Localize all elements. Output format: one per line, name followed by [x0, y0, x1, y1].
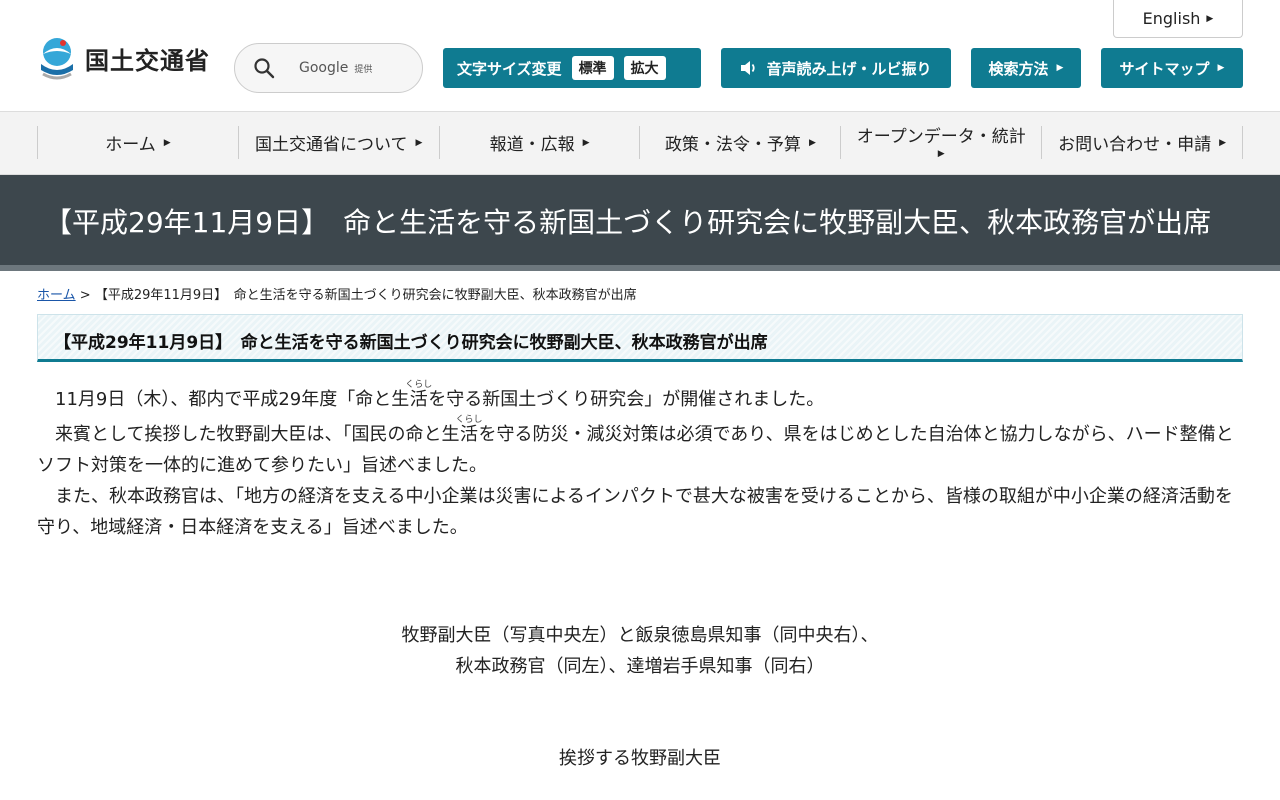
speaker-icon: [741, 61, 756, 75]
voice-ruby-button[interactable]: 音声読み上げ・ルビ振り: [721, 48, 951, 88]
search-icon: [254, 58, 275, 79]
voice-ruby-label: 音声読み上げ・ルビ振り: [766, 59, 932, 78]
triangle-right-icon: ▶: [937, 148, 945, 159]
ruby-text: 活くらし: [455, 415, 482, 445]
site-header: English ▶ 国土交通省 Google 提供 文字サイズ変更 標準 拡大 …: [0, 0, 1280, 112]
triangle-right-icon: ▶: [415, 137, 423, 148]
site-search[interactable]: Google 提供: [234, 43, 423, 93]
paragraph-1: 11月9日（木）、都内で平成29年度「命と生活くらしを守る新国土づくり研究会」が…: [37, 380, 1243, 415]
sitemap-button[interactable]: サイトマップ ▶: [1101, 48, 1243, 88]
article-heading: 【平成29年11月9日】 命と生活を守る新国土づくり研究会に牧野副大臣、秋本政務…: [54, 333, 768, 353]
logo-text: 国土交通省: [85, 46, 210, 75]
page-title: 【平成29年11月9日】 命と生活を守る新国土づくり研究会に牧野副大臣、秋本政務…: [44, 206, 1212, 239]
triangle-right-icon: ▶: [1217, 63, 1225, 73]
ruby-reading: くらし: [405, 380, 433, 390]
page-title-band: 【平成29年11月9日】 命と生活を守る新国土づくり研究会に牧野副大臣、秋本政務…: [0, 175, 1280, 265]
nav-item-label: 報道・広報: [489, 135, 575, 155]
ruby-text: 活くらし: [405, 380, 432, 410]
breadcrumb-home-link[interactable]: ホーム: [37, 288, 76, 303]
triangle-right-icon: ▶: [163, 137, 171, 148]
global-nav: ホーム ▶ 国土交通省について ▶ 報道・広報 ▶ 政策・法令・予算 ▶ オープ…: [0, 112, 1280, 175]
article-body: 11月9日（木）、都内で平成29年度「命と生活くらしを守る新国土づくり研究会」が…: [37, 380, 1243, 543]
english-label: English: [1142, 9, 1201, 28]
paragraph-text: 来賓として挨拶した牧野副大臣は、「国民の命と生: [55, 424, 460, 445]
photo-caption-2: 挨拶する牧野副大臣: [559, 748, 721, 769]
paragraph-text: 11月9日（木）、都内で平成29年度「命と生: [55, 389, 410, 410]
nav-item-press[interactable]: 報道・広報 ▶: [438, 126, 640, 159]
nav-item-about[interactable]: 国土交通省について ▶: [237, 126, 439, 159]
search-provided-label: 提供: [354, 64, 373, 75]
article-heading-box: 【平成29年11月9日】 命と生活を守る新国土づくり研究会に牧野副大臣、秋本政務…: [37, 314, 1243, 362]
triangle-right-icon: ▶: [1219, 137, 1227, 148]
sitemap-label: サイトマップ: [1119, 59, 1210, 78]
search-method-button[interactable]: 検索方法 ▶: [971, 48, 1081, 88]
breadcrumb-separator: >: [79, 288, 91, 303]
paragraph-2: 来賓として挨拶した牧野副大臣は、「国民の命と生活くらしを守る防災・減災対策は必須…: [37, 415, 1243, 481]
nav-item-contact[interactable]: お問い合わせ・申請 ▶: [1041, 126, 1243, 159]
search-brand: Google: [299, 60, 349, 76]
font-size-label: 文字サイズ変更: [457, 59, 562, 78]
breadcrumb-current: 【平成29年11月9日】 命と生活を守る新国土づくり研究会に牧野副大臣、秋本政務…: [94, 288, 637, 303]
nav-item-label: お問い合わせ・申請: [1058, 135, 1212, 155]
font-size-control: 文字サイズ変更 標準 拡大: [443, 48, 701, 88]
triangle-right-icon: ▶: [808, 137, 816, 148]
search-method-label: 検索方法: [988, 59, 1049, 78]
title-band-divider: [0, 265, 1280, 271]
english-link[interactable]: English ▶: [1113, 0, 1243, 38]
breadcrumb: ホーム > 【平成29年11月9日】 命と生活を守る新国土づくり研究会に牧野副大…: [37, 284, 637, 303]
nav-item-home[interactable]: ホーム ▶: [37, 126, 238, 159]
caption-line-2: 秋本政務官（同左）、達増岩手県知事（同右）: [455, 656, 825, 677]
nav-item-policy[interactable]: 政策・法令・予算 ▶: [639, 126, 840, 159]
triangle-right-icon: ▶: [1206, 13, 1214, 24]
triangle-right-icon: ▶: [1056, 63, 1064, 73]
caption-line-1: 牧野副大臣（写真中央左）と飯泉徳島県知事（同中央右）、: [401, 625, 879, 646]
nav-item-label: 政策・法令・予算: [664, 135, 801, 155]
font-size-standard-button[interactable]: 標準: [571, 56, 614, 80]
nav-item-label: ホーム: [105, 135, 156, 155]
nav-item-opendata[interactable]: オープンデータ・統計 ▶: [840, 126, 1041, 159]
nav-item-label: 国土交通省について: [255, 135, 408, 155]
ruby-reading: くらし: [455, 415, 483, 425]
paragraph-3: また、秋本政務官は、「地方の経済を支える中小企業は災害によるインパクトで甚大な被…: [37, 486, 1233, 538]
logo-mark-icon: [41, 38, 73, 80]
triangle-right-icon: ▶: [582, 137, 590, 148]
nav-item-label: オープンデータ・統計: [856, 127, 1026, 148]
mlit-logo[interactable]: 国土交通省: [37, 36, 210, 80]
font-size-large-button[interactable]: 拡大: [623, 56, 666, 80]
paragraph-text: を守る新国土づくり研究会」が開催されました。: [428, 389, 825, 410]
photo-caption-1: 牧野副大臣（写真中央左）と飯泉徳島県知事（同中央右）、 秋本政務官（同左）、達増…: [0, 620, 1280, 682]
